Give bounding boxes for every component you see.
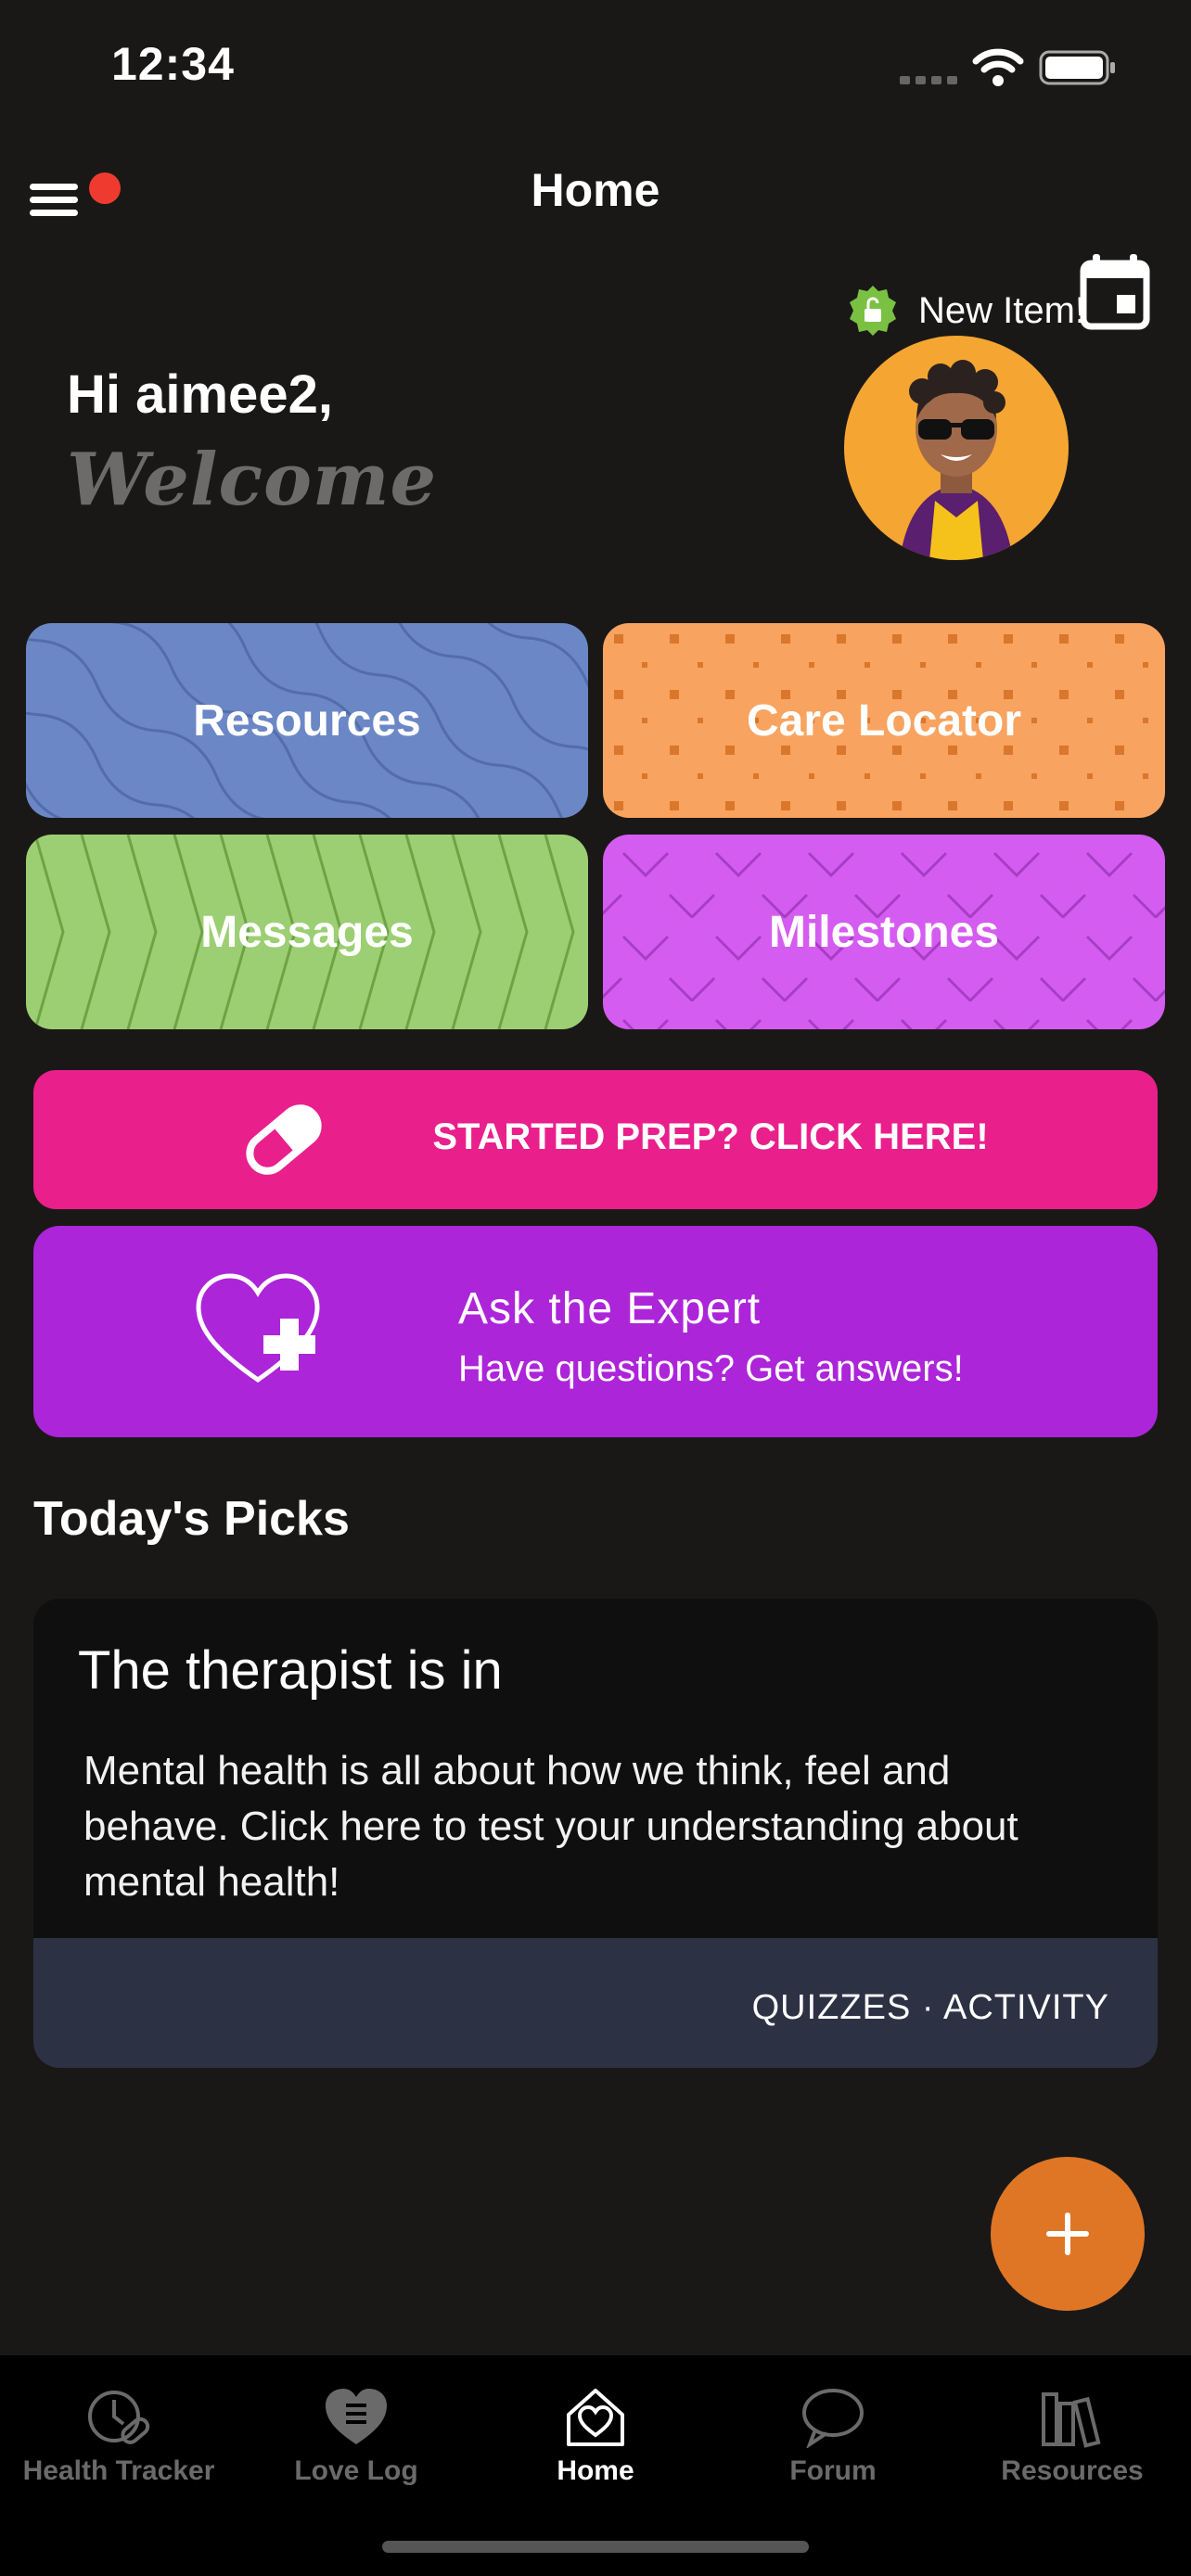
- heart-plus-icon: [196, 1273, 320, 1384]
- tab-home[interactable]: Home: [477, 2387, 714, 2487]
- top-header: Home: [0, 139, 1191, 250]
- resources-tile-label: Resources: [193, 695, 421, 746]
- calendar-icon[interactable]: [1080, 254, 1150, 330]
- pill-icon: [246, 1104, 322, 1175]
- greeting-text: Hi aimee2,: [67, 364, 333, 425]
- tab-forum[interactable]: Forum: [714, 2387, 952, 2487]
- unlock-badge-icon: [850, 286, 896, 336]
- home-indicator: [382, 2541, 809, 2553]
- welcome-text: Welcome: [67, 438, 438, 522]
- resources-tile[interactable]: Resources: [26, 623, 588, 818]
- books-icon: [1042, 2392, 1101, 2448]
- status-bar: 12:34: [0, 0, 1191, 139]
- new-item-label: New Item!: [918, 289, 1086, 331]
- add-fab-button[interactable]: [991, 2157, 1145, 2311]
- page-title: Home: [531, 164, 660, 216]
- tab-label: Love Log: [294, 2455, 418, 2486]
- care-locator-tile-label: Care Locator: [746, 695, 1022, 746]
- cellular-signal-icon: [900, 72, 963, 89]
- tab-label: Resources: [1001, 2455, 1144, 2486]
- messages-tile[interactable]: Messages: [26, 835, 588, 1029]
- care-locator-tile[interactable]: Care Locator: [603, 623, 1165, 818]
- messages-tile-label: Messages: [200, 907, 414, 957]
- tab-label: Home: [557, 2455, 634, 2486]
- home-heart-icon: [567, 2389, 624, 2446]
- tab-love-log[interactable]: Love Log: [237, 2387, 475, 2487]
- pick-card[interactable]: The therapist is in Mental health is all…: [33, 1599, 1158, 2068]
- plus-icon: [1046, 2213, 1089, 2255]
- pick-card-title: The therapist is in: [78, 1640, 503, 1701]
- health-tracker-icon: [88, 2391, 150, 2444]
- wifi-icon: [972, 48, 1024, 86]
- ask-expert-title: Ask the Expert: [458, 1284, 762, 1333]
- tab-health-tracker[interactable]: Health Tracker: [0, 2387, 237, 2487]
- status-time: 12:34: [111, 38, 235, 90]
- battery-icon: [1039, 50, 1115, 85]
- pick-card-footer: QUIZZES · ACTIVITY: [33, 1938, 1158, 2068]
- pick-card-description: Mental health is all about how we think,…: [83, 1748, 1018, 1905]
- chat-bubble-icon: [802, 2389, 864, 2448]
- milestones-tile-label: Milestones: [768, 907, 1000, 957]
- todays-picks-heading: Today's Picks: [33, 1492, 350, 1546]
- new-item-badge[interactable]: New Item!: [846, 278, 1085, 343]
- tab-resources[interactable]: Resources: [954, 2387, 1191, 2487]
- avatar-illustration: [900, 360, 1013, 560]
- bottom-tab-bar: Health Tracker Love Log Home Forum Resou…: [0, 2355, 1191, 2576]
- ask-expert-button[interactable]: Ask the Expert Have questions? Get answe…: [33, 1226, 1158, 1437]
- ask-expert-subtitle: Have questions? Get answers!: [458, 1348, 964, 1389]
- tab-label: Forum: [789, 2455, 877, 2486]
- prep-banner-label: STARTED PREP? CLICK HERE!: [432, 1116, 989, 1157]
- prep-banner-button[interactable]: STARTED PREP? CLICK HERE!: [33, 1070, 1158, 1209]
- avatar[interactable]: [844, 336, 1069, 560]
- milestones-tile[interactable]: Milestones: [603, 835, 1165, 1029]
- pick-card-tags: QUIZZES · ACTIVITY: [751, 1988, 1109, 2027]
- heart-log-icon: [326, 2389, 387, 2444]
- tab-label: Health Tracker: [22, 2455, 215, 2486]
